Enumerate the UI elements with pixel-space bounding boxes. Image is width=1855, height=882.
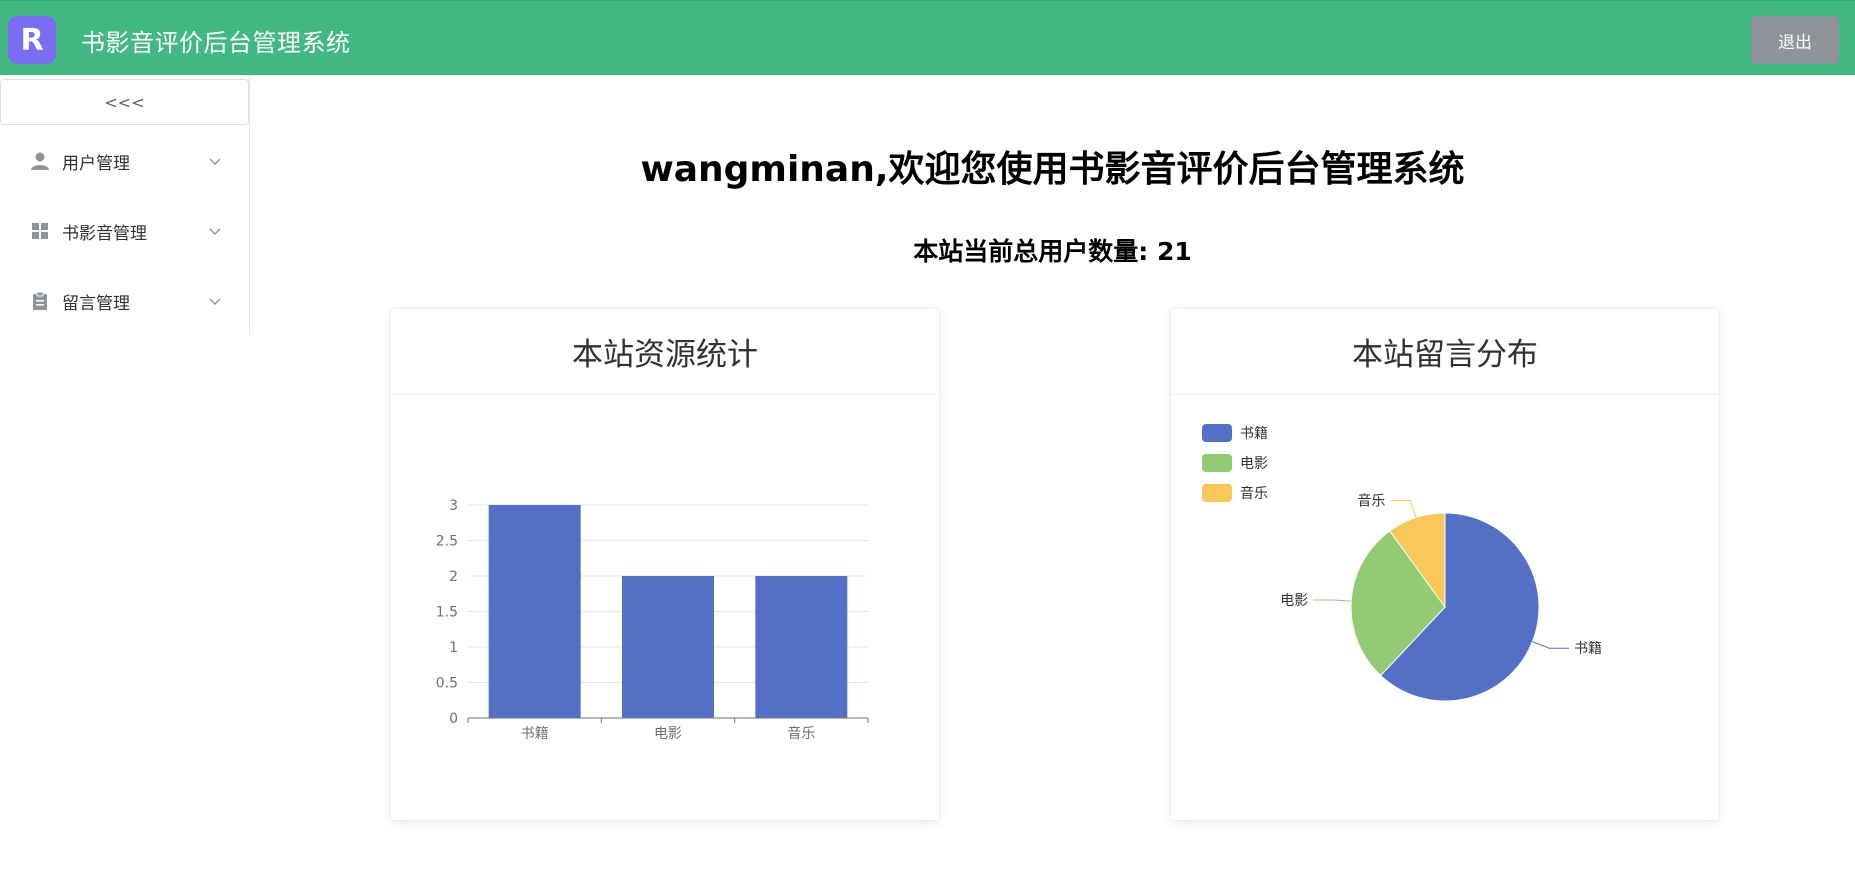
sidebar-item-label: 书影音管理 — [62, 223, 147, 244]
legend-swatch[interactable] — [1202, 424, 1232, 442]
label-line — [1313, 599, 1352, 602]
x-tick-label: 电影 — [654, 726, 682, 742]
x-tick-label: 书籍 — [521, 725, 549, 742]
app-title: 书影音评价后台管理系统 — [81, 29, 351, 57]
sidebar-item-label: 留言管理 — [62, 293, 130, 314]
legend-label[interactable]: 音乐 — [1240, 485, 1268, 502]
y-tick-label: 1.5 — [436, 605, 458, 621]
x-tick-label: 音乐 — [787, 725, 815, 742]
chevron-down-icon — [209, 228, 221, 235]
legend-label[interactable]: 电影 — [1240, 456, 1268, 472]
bar[interactable] — [622, 576, 714, 718]
message-distribution-card: 本站留言分布 书籍 电影 音乐 书籍 电影 音乐 — [1170, 308, 1720, 821]
sidebar-item-user-management[interactable]: 用户管理 — [0, 133, 249, 189]
legend-swatch[interactable] — [1202, 484, 1232, 502]
card-title: 本站资源统计 — [391, 309, 939, 395]
y-tick-label: 2 — [449, 569, 458, 585]
sidebar-item-media-management[interactable]: 书影音管理 — [0, 203, 249, 259]
message-pie-chart: 书籍电影音乐书籍电影音乐 — [1202, 424, 1602, 702]
bar[interactable] — [488, 505, 581, 718]
logout-button[interactable]: 退出 — [1751, 16, 1839, 64]
y-tick-label: 1 — [449, 640, 458, 656]
resource-bar-chart: 0 0.5 1 1.5 2 2.5 3 书籍 电影 音乐 — [436, 498, 869, 742]
slice-label: 电影 — [1280, 593, 1308, 609]
y-tick-label: 2.5 — [436, 534, 458, 550]
label-line — [1390, 499, 1417, 518]
chevron-down-icon — [209, 158, 221, 165]
sidebar-item-label: 用户管理 — [62, 153, 130, 174]
y-tick-label: 3 — [449, 498, 458, 514]
user-icon — [31, 152, 49, 170]
user-count-text: 本站当前总用户数量: 21 — [913, 237, 1192, 266]
sidebar: <<< 用户管理 书影音管理 留言管理 — [0, 75, 250, 335]
legend-swatch[interactable] — [1202, 454, 1232, 472]
clipboard-icon — [33, 291, 47, 310]
y-tick-label: 0 — [449, 711, 458, 727]
sidebar-collapse-button[interactable]: <<< — [0, 79, 249, 125]
app-logo: R — [8, 16, 56, 64]
label-line — [1532, 641, 1570, 649]
grid-icon — [32, 223, 48, 239]
bar[interactable] — [755, 576, 848, 718]
legend-label[interactable]: 书籍 — [1240, 425, 1268, 442]
welcome-heading: wangminan,欢迎您使用书影音评价后台管理系统 — [640, 149, 1465, 190]
chevron-down-icon — [209, 298, 221, 305]
resource-stats-card: 本站资源统计 0 0.5 1 1.5 2 2.5 3 书籍 电影 音乐 — [390, 308, 940, 821]
slice-label: 音乐 — [1357, 492, 1385, 509]
y-tick-label: 0.5 — [436, 676, 458, 692]
slice-label: 书籍 — [1574, 640, 1602, 657]
sidebar-item-message-management[interactable]: 留言管理 — [0, 273, 249, 329]
top-header: R 书影音评价后台管理系统 退出 — [0, 0, 1855, 75]
card-title: 本站留言分布 — [1171, 309, 1719, 395]
